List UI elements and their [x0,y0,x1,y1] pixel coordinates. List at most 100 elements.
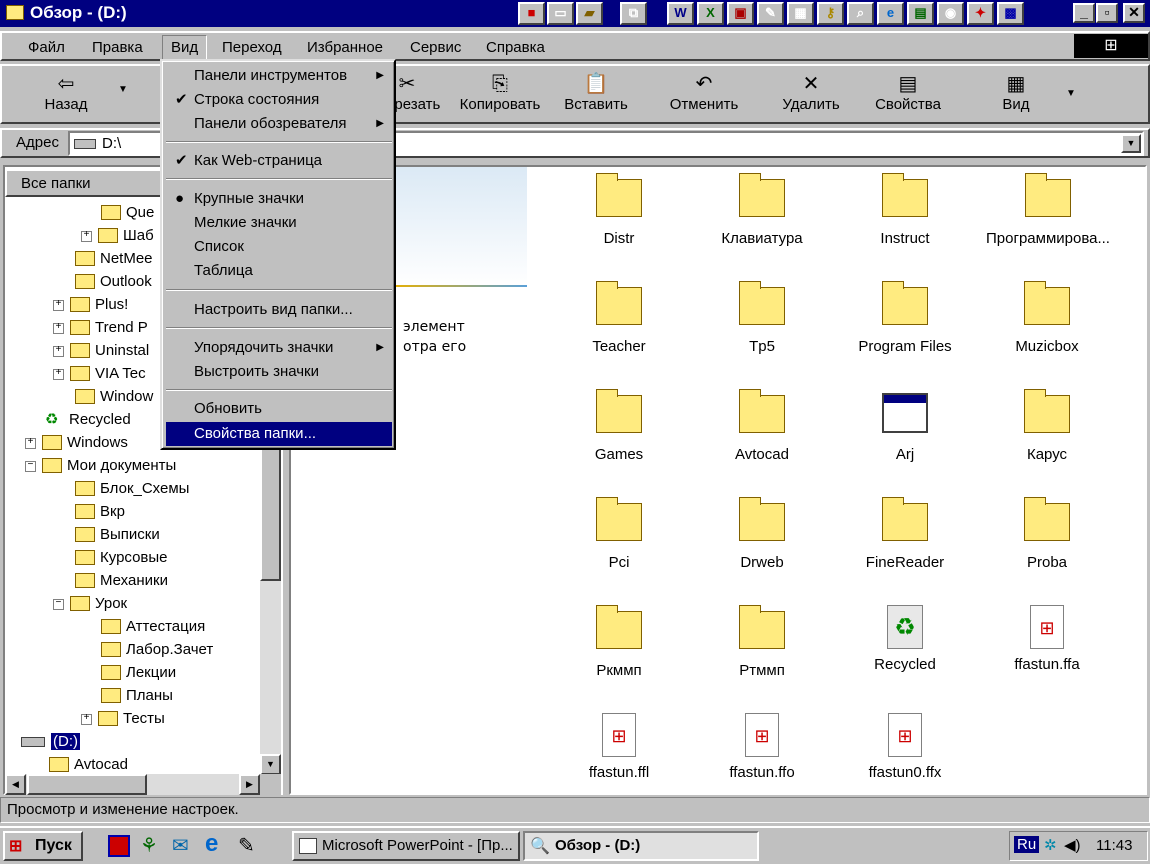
tree-item-selected[interactable]: (D:) [7,731,80,753]
view-button[interactable]: ▦ Вид [982,70,1050,122]
open-folder-icon[interactable]: ▰ [576,2,603,25]
presentation-icon[interactable]: ▣ [727,2,754,25]
file-item-tp5[interactable]: Tp5 [692,281,832,355]
schedule-icon[interactable]: ▦ [787,2,814,25]
file-item-ffastun-ffl[interactable]: ⊞ ffastun.ffl [549,713,689,781]
menu-help[interactable]: Справка [486,39,545,56]
network-icon[interactable]: ✲ [1044,836,1057,854]
menu-item-refresh[interactable]: Обновить [166,397,392,421]
expand-icon[interactable]: + [53,299,64,311]
collapse-icon[interactable]: − [53,598,64,610]
image-icon[interactable]: ▤ [907,2,934,25]
file-item-muzicbox[interactable]: Muzicbox [977,281,1117,355]
paste-button[interactable]: 📋 Вставить [554,70,638,122]
file-item-distr[interactable]: Distr [549,173,689,247]
address-dropdown-button[interactable]: ▼ [1121,134,1141,153]
menu-edit[interactable]: Правка [92,39,143,56]
taskbar-item-powerpoint[interactable]: Microsoft PowerPoint - [Пр... [292,831,520,861]
tree-item[interactable]: + Plus! [53,294,128,316]
tree-item[interactable]: Механики [75,570,168,592]
scroll-left-button[interactable]: ◀ [5,774,26,795]
tree-item[interactable]: NetMee [75,248,153,270]
excel-icon[interactable]: X [697,2,724,25]
file-item-karus[interactable]: Карус [977,389,1117,463]
menu-view[interactable]: Вид [162,35,208,60]
tree-item[interactable]: Выписки [75,524,160,546]
tree-item[interactable]: + Trend P [53,317,148,339]
file-item-arj[interactable]: Arj [835,389,975,463]
file-item-ffastun-ffa[interactable]: ⊞ ffastun.ffa [977,605,1117,673]
close-button[interactable]: ✕ [1123,3,1145,23]
tree-item[interactable]: Планы [101,685,173,707]
file-item-instruct[interactable]: Instruct [835,173,975,247]
key-icon[interactable]: ⚷ [817,2,844,25]
menu-item-line-up-icons[interactable]: Выстроить значки [166,360,392,384]
menu-item-list[interactable]: Список [166,235,392,259]
channels-icon[interactable]: ⚘ [140,833,158,858]
file-item-finereader[interactable]: FineReader [835,497,975,571]
tree-item[interactable]: + Шаб [81,225,154,247]
tree-item[interactable]: Курсовые [75,547,168,569]
tree-item[interactable]: Avtocad [49,754,128,775]
word-w-icon[interactable]: W [667,2,694,25]
file-item-recycled[interactable]: ♻ Recycled [835,605,975,673]
language-indicator[interactable]: Ru [1014,836,1040,853]
file-item-program-files[interactable]: Program Files [835,281,975,355]
menu-file[interactable]: Файл [28,39,65,56]
pen-icon[interactable]: ✎ [757,2,784,25]
file-item-ffastun-ffo[interactable]: ⊞ ffastun.ffo [692,713,832,781]
delete-button[interactable]: ✕ Удалить [770,70,852,122]
menu-favorites[interactable]: Избранное [307,39,383,56]
view-dropdown-icon[interactable]: ▼ [1066,88,1076,99]
expand-icon[interactable]: + [81,713,92,725]
maximize-button[interactable]: ▫ [1096,3,1118,23]
tree-item[interactable]: Que [101,202,154,224]
tree-item[interactable]: Outlook [75,271,152,293]
file-item-ffastun0-ffx[interactable]: ⊞ ffastun0.ffx [835,713,975,781]
menu-item-customize-folder[interactable]: Настроить вид папки... [166,298,392,322]
tree-item[interactable]: + Windows [25,432,128,454]
tree-item[interactable]: + Uninstal [53,340,149,362]
properties-button[interactable]: ▤ Свойства [864,70,952,122]
tree-horizontal-scrollbar[interactable]: ◀ ▶ [5,774,260,795]
app-icon[interactable]: ✦ [967,2,994,25]
menu-item-explorer-bars[interactable]: Панели обозревателя ▶ [166,112,392,136]
taskbar-item-explorer[interactable]: 🔍 Обзор - (D:) [523,831,759,861]
tree-item[interactable]: + VIA Tec [53,363,146,385]
file-item-drweb[interactable]: Drweb [692,497,832,571]
menu-tools[interactable]: Сервис [410,39,461,56]
scroll-right-button[interactable]: ▶ [239,774,260,795]
menu-item-as-web-page[interactable]: ✔ Как Web-страница [166,149,392,173]
shortcut-icon[interactable]: ⧉ [620,2,647,25]
file-item-keyboard[interactable]: Клавиатура [692,173,832,247]
camera-icon[interactable]: ◉ [937,2,964,25]
word-icon[interactable]: ■ [518,2,545,25]
tree-item[interactable]: Window [75,386,153,408]
back-dropdown-icon[interactable]: ▼ [118,84,128,95]
notepad-icon[interactable]: ✎ [238,833,255,858]
expand-icon[interactable]: + [53,322,64,334]
menu-item-arrange-icons[interactable]: Упорядочить значки ▶ [166,336,392,360]
scroll-h-thumb[interactable] [27,774,147,795]
file-item-proba[interactable]: Proba [977,497,1117,571]
monitor-icon[interactable]: ▩ [997,2,1024,25]
show-desktop-icon[interactable] [108,835,130,857]
minimize-button[interactable]: _ [1073,3,1095,23]
expand-icon[interactable]: + [53,345,64,357]
tree-item[interactable]: Блок_Схемы [75,478,189,500]
volume-icon[interactable]: ◀) [1064,836,1081,854]
tree-item[interactable]: Лекции [101,662,176,684]
tree-item[interactable]: Вкр [75,501,125,523]
expand-icon[interactable]: + [81,230,92,242]
menu-item-large-icons[interactable]: ● Крупные значки [166,187,392,211]
outlook-express-icon[interactable]: ✉ [172,833,189,858]
menu-item-folder-options[interactable]: Свойства папки... [166,422,392,446]
menu-item-small-icons[interactable]: Мелкие значки [166,211,392,235]
title-bar[interactable]: Обзор - (D:) ■ ▭ ▰ ⧉ W X ▣ ✎ ▦ ⚷ ⌕ e ▤ ◉… [0,0,1150,27]
file-item-rkmmp[interactable]: Ркммп [549,605,689,679]
internet-explorer-icon[interactable]: e [205,830,218,858]
search-icon[interactable]: ⌕ [847,2,874,25]
menu-item-toolbars[interactable]: Панели инструментов ▶ [166,64,392,88]
menu-item-status-bar[interactable]: ✔ Строка состояния [166,88,392,112]
tree-item[interactable]: + Тесты [81,708,165,730]
